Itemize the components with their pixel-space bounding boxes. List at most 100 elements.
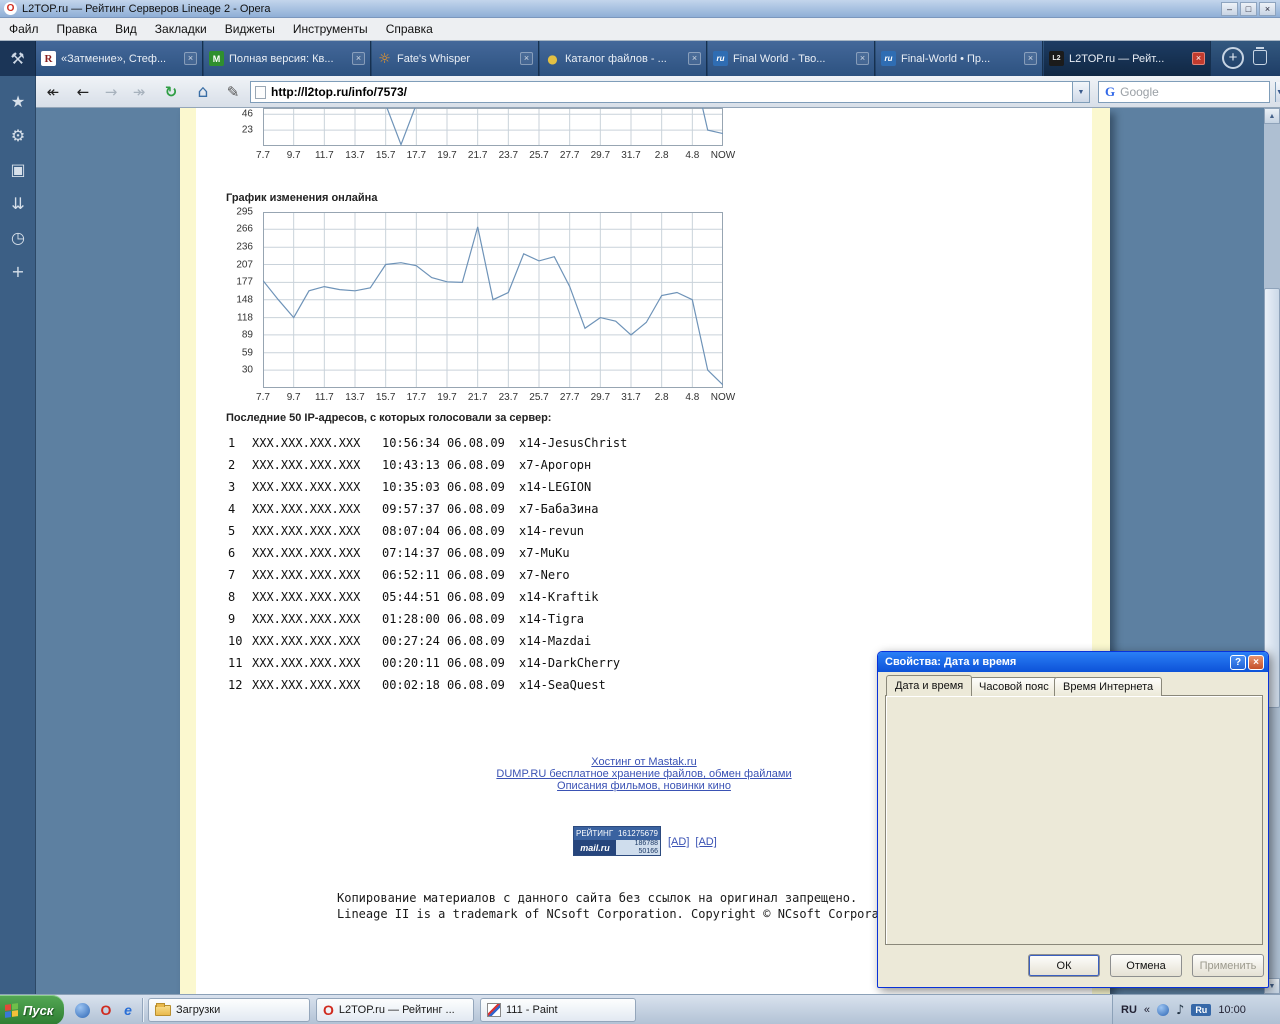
panels-toggle-wrench-icon[interactable]: ⚒ bbox=[0, 41, 36, 76]
quicklaunch-opera-icon[interactable]: O bbox=[96, 1000, 116, 1020]
x-axis-label: 21.7 bbox=[467, 150, 488, 161]
fast-forward-button[interactable]: ↠ bbox=[126, 80, 152, 104]
language-indicator[interactable]: RU bbox=[1121, 1004, 1137, 1016]
menu-bookmarks[interactable]: Закладки bbox=[146, 18, 216, 41]
quicklaunch-explorer-icon[interactable]: e bbox=[118, 1000, 138, 1020]
tab-polnaya-versiya[interactable]: M Полная версия: Кв... × bbox=[204, 41, 371, 76]
tab-close-icon[interactable]: × bbox=[520, 52, 533, 65]
x-axis-label: 27.7 bbox=[559, 150, 580, 161]
bookmarks-star-icon[interactable]: ★ bbox=[0, 86, 36, 116]
vote-row: 9 XXX.XXX.XXX.XXX 01:28:00 06.08.09 x14-Tig… bbox=[228, 612, 585, 626]
tray-volume-icon[interactable]: ♪ bbox=[1176, 1003, 1184, 1018]
x-axis-label: NOW bbox=[710, 150, 736, 161]
cancel-button[interactable]: Отмена bbox=[1110, 954, 1182, 977]
x-axis-label: 17.7 bbox=[406, 392, 427, 403]
x-axis-label: 31.7 bbox=[621, 392, 641, 403]
x-axis-label: 4.8 bbox=[685, 150, 700, 161]
apply-button[interactable]: Применить bbox=[1192, 954, 1264, 977]
tray-language-icon[interactable]: Ru bbox=[1191, 1004, 1212, 1016]
new-tab-button[interactable]: + bbox=[1222, 47, 1244, 69]
google-icon: G bbox=[1105, 84, 1116, 99]
tab-close-icon[interactable]: × bbox=[352, 52, 365, 65]
menu-file[interactable]: Файл bbox=[0, 18, 48, 41]
online-chart-y-axis: 295 266 236 207 177 148 118 89 59 30 bbox=[196, 207, 258, 388]
tab-close-icon[interactable]: × bbox=[1192, 52, 1205, 65]
scrollbar-thumb[interactable] bbox=[1264, 288, 1280, 708]
dialog-close-button[interactable]: × bbox=[1248, 654, 1264, 670]
dialog-help-button[interactable]: ? bbox=[1230, 654, 1246, 670]
back-button[interactable]: ← bbox=[70, 80, 96, 104]
url-input[interactable] bbox=[271, 85, 1072, 99]
tab-fates-whisper[interactable]: ☼ Fate's Whisper × bbox=[372, 41, 539, 76]
rating-chart-partial bbox=[263, 108, 723, 146]
url-dropdown-icon[interactable]: ▼ bbox=[1072, 82, 1089, 102]
opera-icon: O bbox=[323, 1002, 334, 1018]
tray-chevron-icon[interactable]: « bbox=[1144, 1004, 1150, 1016]
vote-row: 2 XXX.XXX.XXX.XXX 10:43:13 06.08.09 x7-Арог… bbox=[228, 458, 592, 472]
tab-favicon: ● bbox=[547, 51, 558, 66]
search-dropdown-icon[interactable]: ▼ bbox=[1275, 82, 1280, 102]
task-paint[interactable]: 111 - Paint bbox=[480, 998, 636, 1022]
tab-internet-time[interactable]: Время Интернета bbox=[1054, 677, 1163, 696]
vote-row: 7 XXX.XXX.XXX.XXX 06:52:11 06.08.09 x7-Nero bbox=[228, 568, 570, 582]
tab-close-icon[interactable]: × bbox=[688, 52, 701, 65]
home-button[interactable]: ⌂ bbox=[190, 80, 216, 104]
y-axis-label: 207 bbox=[236, 259, 253, 270]
tab-date-time[interactable]: Дата и время bbox=[886, 675, 973, 696]
x-axis-label: NOW bbox=[710, 392, 736, 403]
quicklaunch-globe-icon[interactable] bbox=[72, 1000, 92, 1020]
menu-tools[interactable]: Инструменты bbox=[284, 18, 377, 41]
forward-button[interactable]: → bbox=[98, 80, 124, 104]
ok-button[interactable]: ОК bbox=[1028, 954, 1100, 977]
menu-edit[interactable]: Правка bbox=[48, 18, 107, 41]
dialog-titlebar[interactable]: Свойства: Дата и время ? × bbox=[878, 652, 1268, 672]
search-field[interactable]: G ▼ bbox=[1098, 81, 1280, 103]
task-downloads[interactable]: Загрузки bbox=[148, 998, 310, 1022]
closed-tabs-trash-icon[interactable] bbox=[1253, 47, 1267, 65]
windows-panel-icon[interactable]: ▣ bbox=[0, 154, 36, 184]
ad-link[interactable]: [AD] bbox=[695, 836, 716, 848]
rewind-button[interactable]: ↞ bbox=[40, 80, 66, 104]
tray-clock[interactable]: 10:00 bbox=[1218, 1004, 1246, 1016]
close-button[interactable]: × bbox=[1259, 1, 1276, 16]
reload-button[interactable]: ↻ bbox=[158, 80, 184, 104]
tab-final-world[interactable]: ru Final World - Тво... × bbox=[708, 41, 875, 76]
x-axis-label: 29.7 bbox=[590, 150, 611, 161]
tab-zatmenie[interactable]: R «Затмение», Стеф... × bbox=[36, 41, 203, 76]
history-clock-icon[interactable]: ◷ bbox=[0, 222, 36, 252]
counter-num3: 50166 bbox=[638, 847, 658, 855]
tab-close-icon[interactable]: × bbox=[1024, 52, 1037, 65]
search-input[interactable] bbox=[1120, 85, 1276, 99]
ad-links: [AD] [AD] bbox=[668, 836, 723, 848]
widgets-gear-icon[interactable]: ⚙ bbox=[0, 120, 36, 150]
menu-widgets[interactable]: Виджеты bbox=[216, 18, 284, 41]
vote-row: 1 XXX.XXX.XXX.XXX 10:56:34 06.08.09 x14-Jes… bbox=[228, 436, 628, 450]
url-field[interactable]: ▼ bbox=[250, 81, 1090, 103]
dialog-tab-page bbox=[885, 695, 1263, 945]
transfers-icon[interactable]: ⇊ bbox=[0, 188, 36, 218]
start-button[interactable]: Пуск bbox=[0, 995, 64, 1024]
tab-close-icon[interactable]: × bbox=[856, 52, 869, 65]
mailru-counter[interactable]: РЕЙТИНГ 161275679 mail.ru 186788 50166 bbox=[573, 826, 661, 856]
tab-l2top-active[interactable]: L2 L2TOP.ru — Рейт... × bbox=[1044, 41, 1211, 76]
ad-link[interactable]: [AD] bbox=[668, 836, 689, 848]
menu-help[interactable]: Справка bbox=[377, 18, 442, 41]
window-titlebar[interactable]: O L2TOP.ru — Рейтинг Серверов Lineage 2 … bbox=[0, 0, 1280, 18]
y-axis-label: 46 bbox=[241, 108, 253, 120]
note-button[interactable]: ✎ bbox=[220, 80, 246, 104]
x-axis-label: 13.7 bbox=[345, 150, 365, 161]
tab-timezone[interactable]: Часовой пояс bbox=[970, 677, 1058, 696]
tab-katalog-failov[interactable]: ● Каталог файлов - ... × bbox=[540, 41, 707, 76]
tab-favicon: L2 bbox=[1049, 51, 1064, 66]
taskbar-divider bbox=[142, 998, 143, 1022]
task-l2top-opera[interactable]: O L2TOP.ru — Рейтинг ... bbox=[316, 998, 474, 1022]
maximize-button[interactable]: □ bbox=[1240, 1, 1257, 16]
tab-final-world-2[interactable]: ru Final-World • Пр... × bbox=[876, 41, 1043, 76]
counter-label: РЕЙТИНГ bbox=[576, 829, 614, 838]
tray-network-icon[interactable] bbox=[1157, 1004, 1170, 1016]
minimize-button[interactable]: – bbox=[1221, 1, 1238, 16]
tab-close-icon[interactable]: × bbox=[184, 52, 197, 65]
scroll-up-icon[interactable]: ▲ bbox=[1264, 108, 1280, 124]
add-panel-icon[interactable]: + bbox=[0, 256, 36, 286]
menu-view[interactable]: Вид bbox=[106, 18, 146, 41]
